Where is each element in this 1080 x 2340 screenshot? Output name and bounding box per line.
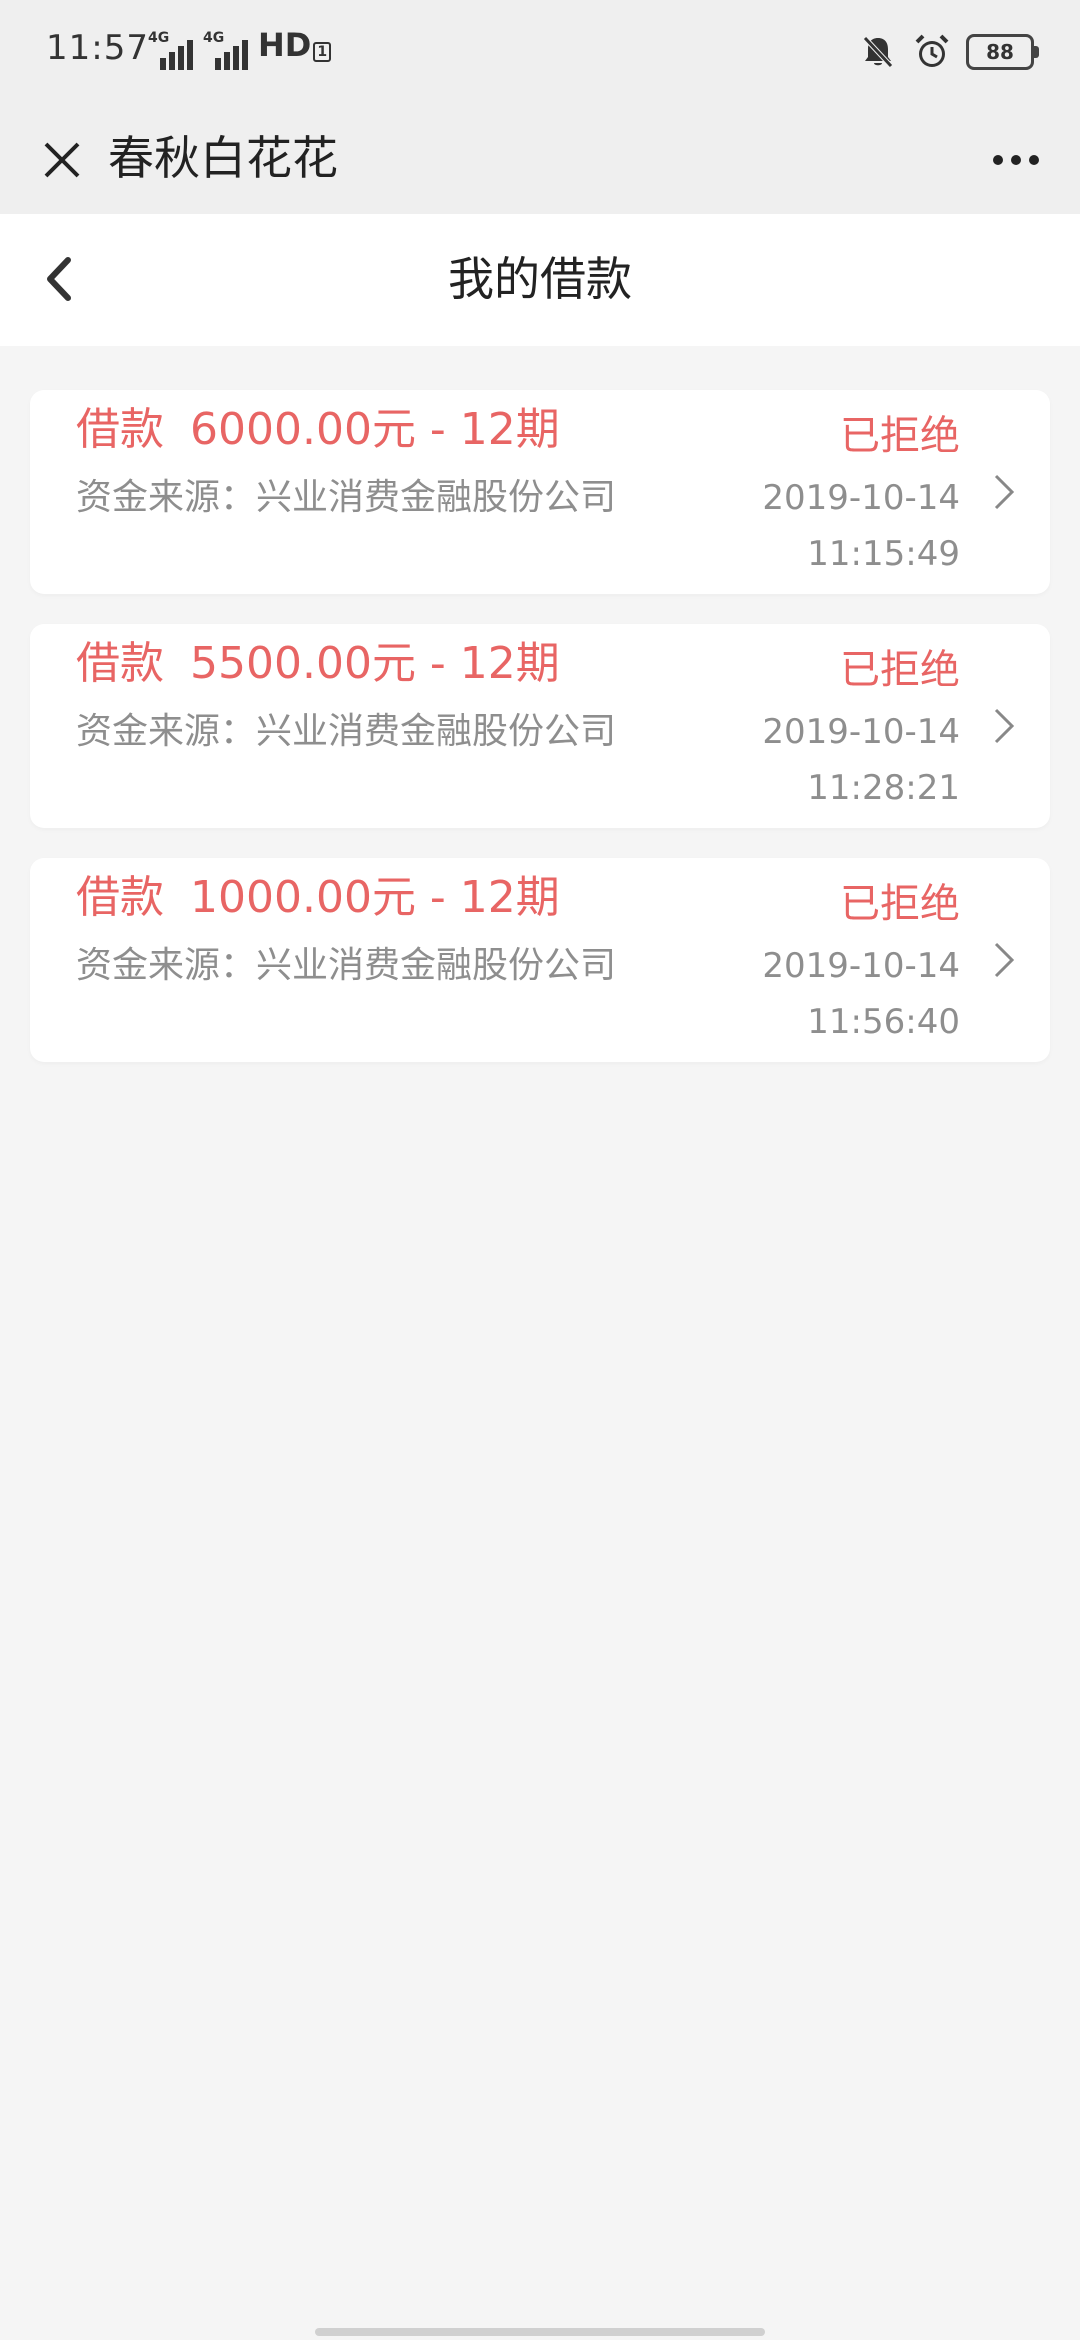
- page-title: 我的借款: [448, 252, 632, 306]
- loan-datetime: 2019-10-14 11:15:49: [762, 470, 960, 582]
- network-type-label: 4G: [148, 30, 170, 46]
- loan-datetime: 2019-10-14 11:28:21: [762, 704, 960, 816]
- loan-source: 资金来源：兴业消费金融股份公司: [76, 477, 617, 518]
- status-time: 11:57: [46, 28, 149, 68]
- loan-datetime: 2019-10-14 11:56:40: [762, 938, 960, 1050]
- loan-time: 11:28:21: [807, 768, 960, 808]
- chevron-right-icon: [986, 698, 1022, 754]
- status-right: 88: [858, 28, 1039, 76]
- loan-title: 借款 6000.00元 - 12期: [76, 398, 560, 462]
- app-title: 春秋白花花: [108, 131, 338, 185]
- loan-status: 已拒绝: [840, 413, 960, 459]
- loan-label: 借款: [76, 638, 164, 689]
- loan-source: 资金来源：兴业消费金融股份公司: [76, 945, 617, 986]
- status-bar: 11:57 4G 4G HD 1 88: [0, 0, 1080, 106]
- loan-title: 借款 5500.00元 - 12期: [76, 632, 560, 696]
- loan-status: 已拒绝: [840, 647, 960, 693]
- chevron-right-icon: [986, 464, 1022, 520]
- alarm-clock-icon: [912, 32, 952, 72]
- loan-amount: 1000.00元 - 12期: [190, 872, 560, 923]
- loan-label: 借款: [76, 872, 164, 923]
- loan-title: 借款 1000.00元 - 12期: [76, 866, 560, 930]
- signal-icon: 4G: [203, 30, 248, 70]
- loan-item[interactable]: 借款 5500.00元 - 12期 资金来源：兴业消费金融股份公司 已拒绝 201…: [30, 624, 1050, 828]
- loan-source: 资金来源：兴业消费金融股份公司: [76, 711, 617, 752]
- loan-time: 11:15:49: [807, 534, 960, 574]
- loan-time: 11:56:40: [807, 1002, 960, 1042]
- loan-status: 已拒绝: [840, 881, 960, 927]
- battery-icon: 88: [966, 34, 1039, 70]
- loan-date: 2019-10-14: [762, 946, 960, 986]
- chevron-right-icon: [986, 932, 1022, 988]
- signal-icon: 4G: [148, 30, 193, 70]
- hd-label: HD: [258, 26, 312, 64]
- home-indicator[interactable]: [315, 2328, 765, 2336]
- hd-sub-label: 1: [313, 42, 332, 62]
- loan-label: 借款: [76, 404, 164, 455]
- hd-indicator: HD 1: [258, 26, 332, 70]
- network-indicators: 4G 4G HD 1: [148, 27, 332, 70]
- loan-date: 2019-10-14: [762, 478, 960, 518]
- loan-amount: 6000.00元 - 12期: [190, 404, 560, 455]
- more-options-icon[interactable]: [976, 130, 1056, 190]
- loan-amount: 5500.00元 - 12期: [190, 638, 560, 689]
- network-type-label: 4G: [203, 30, 225, 46]
- loan-list: 借款 6000.00元 - 12期 资金来源：兴业消费金融股份公司 已拒绝 201…: [30, 390, 1050, 1092]
- close-icon[interactable]: [30, 128, 94, 192]
- loan-item[interactable]: 借款 1000.00元 - 12期 资金来源：兴业消费金融股份公司 已拒绝 201…: [30, 858, 1050, 1062]
- app-header: 春秋白花花: [0, 106, 1080, 214]
- loan-item[interactable]: 借款 6000.00元 - 12期 资金来源：兴业消费金融股份公司 已拒绝 201…: [30, 390, 1050, 594]
- loan-date: 2019-10-14: [762, 712, 960, 752]
- page-header: 我的借款: [0, 214, 1080, 346]
- mute-bell-icon: [858, 32, 898, 72]
